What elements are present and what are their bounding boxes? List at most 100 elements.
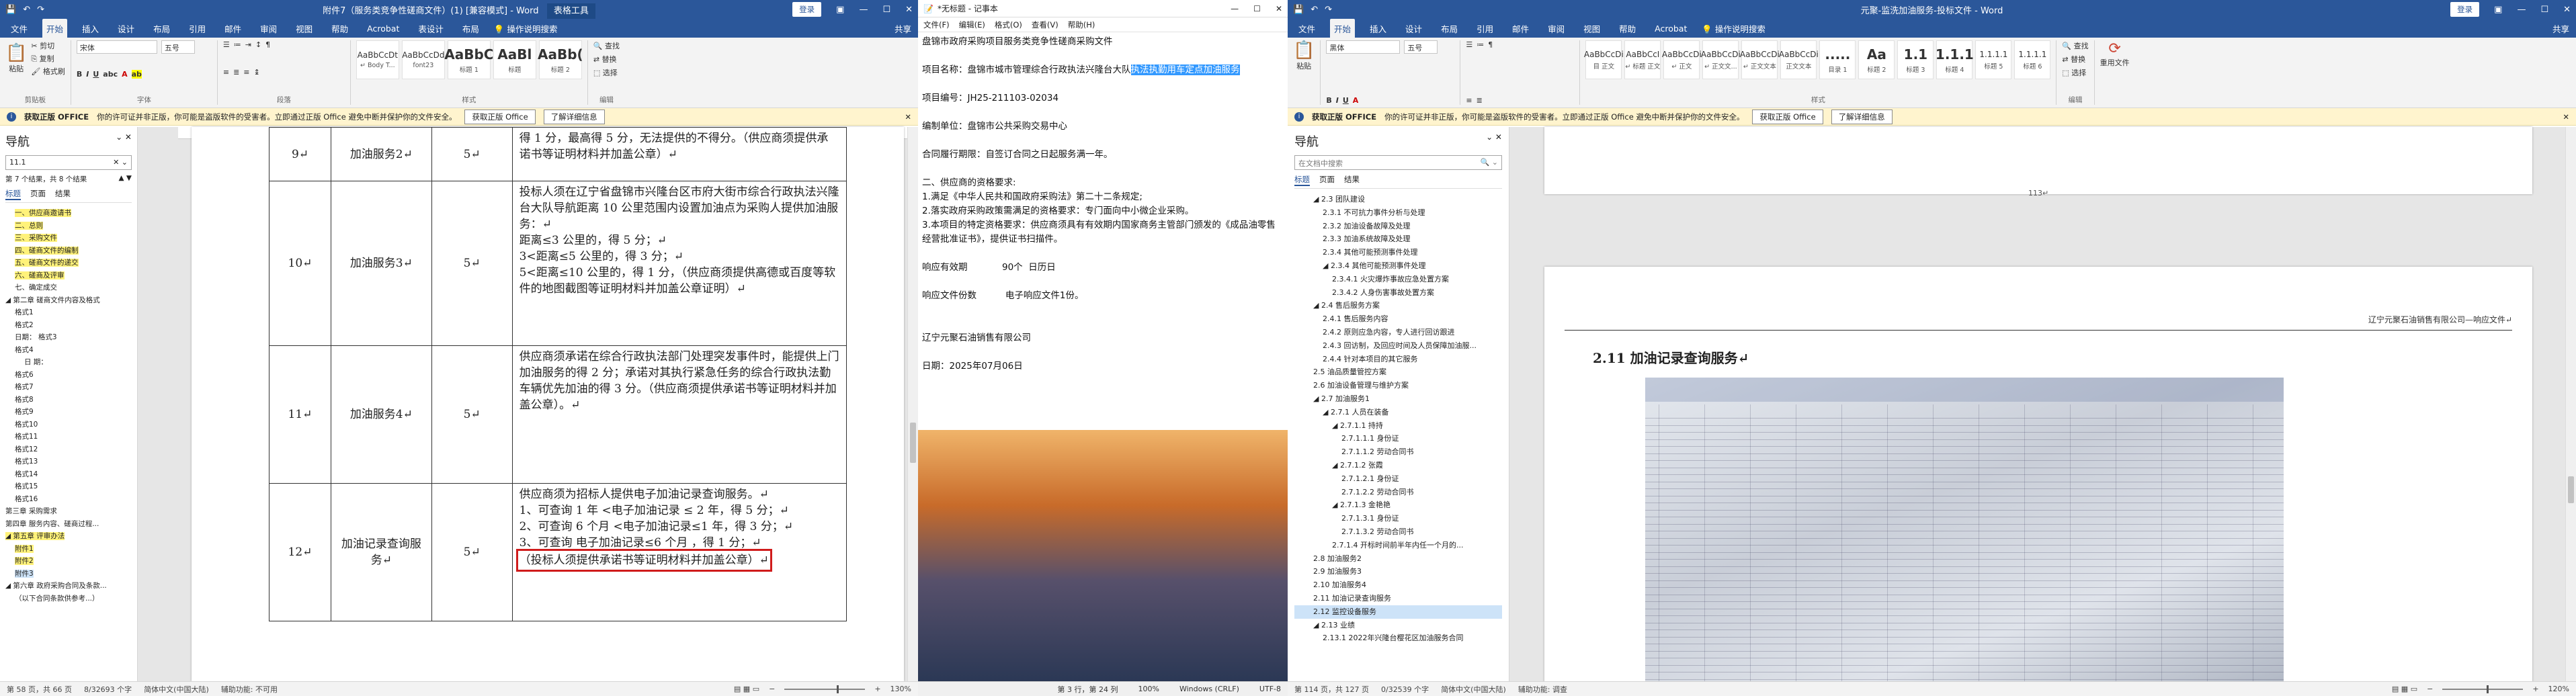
font-name-select[interactable]: 宋体: [76, 40, 157, 54]
ribbon-tab-0[interactable]: 文件: [1294, 19, 1319, 38]
right-word-count[interactable]: 0/32539 个字: [1381, 684, 1429, 695]
nav-heading-item[interactable]: 日期： 格式3: [5, 331, 132, 344]
nav-heading-item[interactable]: 一、供应商邀请书: [5, 207, 132, 220]
numbering-button[interactable]: ≔: [234, 40, 241, 49]
nav-heading-item[interactable]: 格式14: [5, 468, 132, 481]
view-mode-icons[interactable]: ▤ ▦ ▭: [734, 685, 759, 693]
right-login-button[interactable]: 登录: [2450, 2, 2480, 17]
nav-heading-item[interactable]: 格式13: [5, 455, 132, 468]
right-language-indicator[interactable]: 简体中文(中国大陆): [1441, 684, 1506, 695]
style-10[interactable]: 1.1.1.1 标题 5: [1975, 40, 2012, 79]
ribbon-tab-5[interactable]: 引用: [1472, 19, 1497, 38]
nav-heading-item[interactable]: 五、磋商文件的递交: [5, 257, 132, 269]
right-get-office-button[interactable]: 获取正版 Office: [1752, 109, 1823, 124]
nav-tree-item[interactable]: 2.3.4.1 火灾爆炸事故应急处置方案: [1294, 273, 1502, 286]
ribbon-tab-4[interactable]: 布局: [149, 19, 174, 38]
ribbon-tab-3[interactable]: 设计: [114, 19, 138, 38]
accessibility-indicator[interactable]: 辅助功能: 不可用: [221, 684, 278, 695]
nav-tree-item[interactable]: 2.4.2 原则应急内容，专人进行回访跟进: [1294, 326, 1502, 339]
nav-heading-item[interactable]: 格式8: [5, 394, 132, 406]
close-icon[interactable]: ✕: [905, 5, 913, 15]
style-8[interactable]: 1.1 标题 3: [1897, 40, 1934, 79]
nav-tree-item[interactable]: 2.7.1.1.1 身份证: [1294, 432, 1502, 445]
zoom-level[interactable]: 130%: [890, 685, 911, 693]
np-menu-4[interactable]: 帮助(H): [1068, 19, 1095, 30]
bullets-button[interactable]: ☰: [223, 40, 230, 49]
show-marks-button[interactable]: ¶: [265, 40, 270, 49]
line-spacing-button[interactable]: ↨: [254, 68, 260, 77]
nav-tree-item[interactable]: 2.7.1.3.1 身份证: [1294, 512, 1502, 525]
nav-heading-item[interactable]: 格式4: [5, 344, 132, 357]
np-menu-0[interactable]: 文件(F): [923, 19, 950, 30]
minimize-icon[interactable]: —: [2517, 5, 2526, 15]
ribbon-tab-9[interactable]: 帮助: [327, 19, 352, 38]
nav-tree-item[interactable]: 2.3.1 不可抗力事件分析与处理: [1294, 206, 1502, 220]
select-button[interactable]: ⬚ 选择: [593, 67, 620, 78]
nav-heading-item[interactable]: 三、采购文件: [5, 232, 132, 245]
ribbon-tab-8[interactable]: 视图: [292, 19, 317, 38]
criteria-cell[interactable]: 供应商须为招标人提供电子加油记录查询服务。↵ 1、可查询 1 年 <电子加油记录…: [511, 483, 847, 621]
criteria-cell[interactable]: 供应商须承诺在综合行政执法部门处理突发事件时，能提供上门加油服务的得 2 分；承…: [511, 345, 847, 484]
align-right-button[interactable]: ≡: [243, 68, 249, 77]
nav-heading-item[interactable]: （以下合同条款供参考...）: [5, 593, 132, 605]
nav-heading-item[interactable]: 六、磋商及评审: [5, 269, 132, 282]
style-1[interactable]: AaBbCcDd font23: [401, 40, 445, 79]
style-2[interactable]: AaBbCcDi ↵ 正文: [1662, 40, 1702, 79]
right-accessibility-indicator[interactable]: 辅助功能: 调查: [1518, 684, 1567, 695]
nav-heading-item[interactable]: 第三章 采购需求: [5, 505, 132, 518]
nav-heading-item[interactable]: 格式12: [5, 443, 132, 456]
reuse-files-button[interactable]: ⟳ 重用文件: [2100, 40, 2130, 68]
find-button[interactable]: 🔍 查找: [2062, 40, 2088, 51]
right-paste-button[interactable]: 📋 粘贴: [1293, 40, 1315, 71]
nav-heading-item[interactable]: 七、确定成交: [5, 281, 132, 294]
copy-button[interactable]: ⎘ 复制: [31, 53, 65, 64]
left-vertical-scrollbar[interactable]: [907, 127, 918, 681]
cut-button[interactable]: ✂ 剪切: [31, 40, 65, 51]
nav-tree-item[interactable]: 2.7.1.1.2 劳动合同书: [1294, 445, 1502, 459]
login-button[interactable]: 登录: [792, 2, 822, 17]
style-3[interactable]: AaBbCcDi ↵ 正文文...: [1701, 40, 1741, 79]
nav-heading-item[interactable]: 附件3: [5, 568, 132, 580]
close-icon[interactable]: ✕: [2563, 5, 2571, 15]
search-icon[interactable]: 🔍 ⌄: [1481, 158, 1498, 167]
nav-heading-item[interactable]: 二、总则: [5, 220, 132, 232]
zoom-in-button[interactable]: +: [874, 685, 880, 693]
nav-tree-item[interactable]: ◢ 2.13 业绩: [1294, 619, 1502, 632]
nav-heading-item[interactable]: 附件1: [5, 543, 132, 556]
zoom-out-button[interactable]: −: [2427, 685, 2433, 693]
nav-tree-item[interactable]: 2.11 加油记录查询服务: [1294, 592, 1502, 605]
font-size-select[interactable]: 五号: [161, 40, 195, 54]
ribbon-tab-10[interactable]: Acrobat: [363, 20, 403, 37]
nav-heading-item[interactable]: 日 期：: [5, 356, 132, 369]
nav-tab-0[interactable]: 标题: [5, 188, 21, 200]
ribbon-tab-6[interactable]: 邮件: [1508, 19, 1533, 38]
message-close-icon[interactable]: ✕: [2563, 112, 2569, 122]
nav-heading-item[interactable]: ◢ 第二章 磋商文件内容及格式: [5, 294, 132, 307]
zoom-slider[interactable]: [2442, 685, 2524, 693]
nav-tree-item[interactable]: ◢ 2.7.1 人员在装备: [1294, 406, 1502, 419]
nav-tree-item[interactable]: 2.4.1 售后服务内容: [1294, 312, 1502, 326]
nav-tree-item[interactable]: 2.6 加油设备管理与维护方案: [1294, 379, 1502, 392]
ribbon-tab-5[interactable]: 引用: [185, 19, 210, 38]
ribbon-tab-12[interactable]: 布局: [458, 19, 483, 38]
nav-tree-item[interactable]: 2.3.4 其他可能预测事件处理: [1294, 246, 1502, 259]
nav-heading-item[interactable]: 格式16: [5, 493, 132, 506]
show-marks-button[interactable]: ¶: [1488, 40, 1493, 49]
nav-tree-item[interactable]: ◢ 2.7.1.3 金艳艳: [1294, 498, 1502, 512]
style-11[interactable]: 1.1.1.1 标题 6: [2014, 40, 2051, 79]
nav-heading-item[interactable]: 格式7: [5, 381, 132, 394]
nav-heading-item[interactable]: 第四章 服务内容、磋商过程...: [5, 518, 132, 531]
nav-tree-item[interactable]: 2.13.1 2022年兴隆台樱花区加油服务合同: [1294, 632, 1502, 645]
nav-heading-item[interactable]: 四、磋商文件的编制: [5, 245, 132, 257]
right-nav-search-input[interactable]: 在文档中搜索 🔍 ⌄: [1294, 155, 1502, 170]
strike-button[interactable]: abc: [103, 70, 118, 79]
style-3[interactable]: AaBl 标题: [493, 40, 536, 79]
indent-button[interactable]: ⇥: [245, 40, 251, 49]
criteria-cell[interactable]: 投标人须在辽宁省盘锦市兴隆台区市府大街市综合行政执法兴隆台大队导航距离 10 公…: [511, 181, 847, 346]
nav-heading-item[interactable]: 格式10: [5, 419, 132, 431]
undo-icon[interactable]: ↶: [1311, 5, 1318, 15]
style-2[interactable]: AaBbC 标题 1: [444, 40, 493, 79]
nav-tab-0[interactable]: 标题: [1294, 174, 1310, 186]
right-font-name-select[interactable]: 黑体: [1326, 40, 1401, 54]
nav-tree-item[interactable]: 2.12 监控设备服务: [1294, 605, 1502, 619]
